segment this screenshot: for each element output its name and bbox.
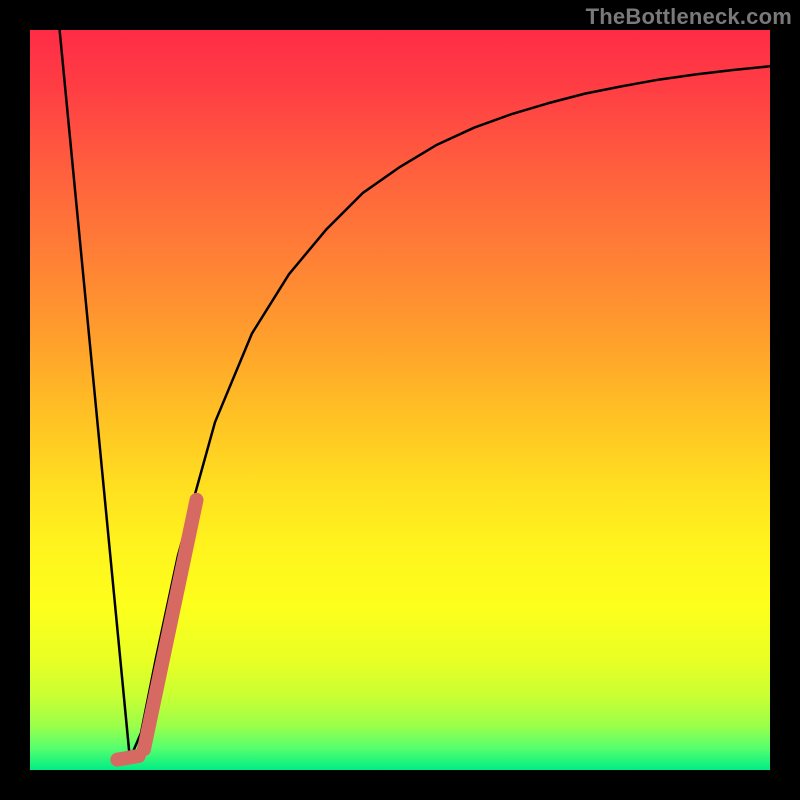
chart-svg [30, 30, 770, 770]
chart-frame: TheBottleneck.com [0, 0, 800, 800]
series-highlight-segment [144, 500, 197, 749]
series-right-ascending-curve [130, 66, 770, 759]
plot-area [30, 30, 770, 770]
watermark-text: TheBottleneck.com [586, 4, 792, 30]
series-left-descending-branch [60, 30, 130, 759]
series-highlight-min-marker [117, 756, 138, 760]
